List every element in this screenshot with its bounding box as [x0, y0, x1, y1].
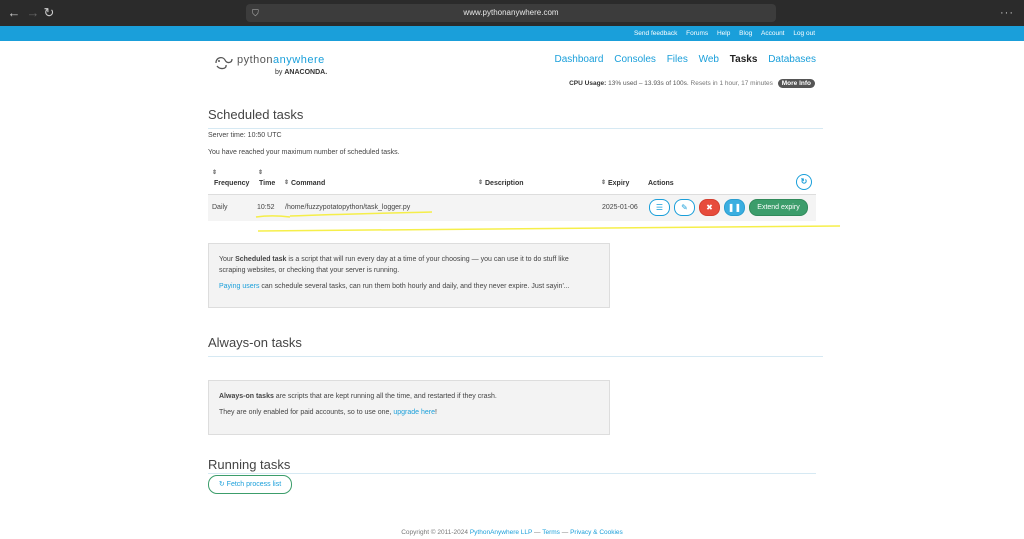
info-line-2: scraping websites, or checking that your… — [219, 267, 400, 274]
url-text: www.pythonanywhere.com — [463, 8, 559, 17]
send-feedback-link[interactable]: Send feedback — [634, 30, 677, 37]
delete-task-button[interactable]: ✖ — [699, 199, 720, 216]
main-nav: Dashboard Consoles Files Web Tasks Datab… — [547, 54, 816, 65]
sort-icon[interactable]: ⇕ — [478, 180, 483, 186]
nav-files[interactable]: Files — [667, 54, 688, 65]
col-expiry[interactable]: Expiry — [608, 180, 629, 187]
address-bar[interactable]: ⛉ www.pythonanywhere.com — [246, 4, 776, 22]
always-on-info-box: Always-on tasks are scripts that are kep… — [208, 380, 610, 435]
sort-icon[interactable]: ⇕ — [212, 170, 217, 176]
top-links: Send feedback Forums Help Blog Account L… — [627, 26, 815, 41]
footer: Copyright © 2011-2024 PythonAnywhere LLP… — [401, 529, 623, 536]
blog-link[interactable]: Blog — [739, 30, 752, 37]
cpu-text: 13% used – 13.93s of 100s. — [608, 80, 689, 87]
nav-tasks[interactable]: Tasks — [730, 54, 758, 65]
browser-toolbar: ← → ↻ ⛉ www.pythonanywhere.com ··· — [0, 0, 1024, 26]
task-expiry: 2025-01-06 — [602, 204, 638, 211]
info-line-1: Your Scheduled task is a script that wil… — [219, 256, 569, 263]
fetch-process-list-button[interactable]: ↻ Fetch process list — [208, 475, 292, 494]
paying-users-link[interactable]: Paying users — [219, 283, 259, 290]
nav-databases[interactable]: Databases — [768, 54, 816, 65]
cpu-reset: Resets in 1 hour, 17 minutes — [690, 80, 773, 87]
forums-link[interactable]: Forums — [686, 30, 708, 37]
cpu-usage: CPU Usage: 13% used – 13.93s of 100s. Re… — [569, 79, 815, 88]
refresh-icon: ↻ — [218, 481, 225, 488]
logout-link[interactable]: Log out — [793, 30, 815, 37]
refresh-icon[interactable]: ↻ — [796, 174, 812, 190]
account-link[interactable]: Account — [761, 30, 785, 37]
max-tasks-message: You have reached your maximum number of … — [208, 149, 400, 156]
divider — [208, 128, 823, 129]
terms-link[interactable]: Terms — [542, 529, 560, 536]
info-line-3: Paying users can schedule several tasks,… — [219, 283, 570, 290]
col-description[interactable]: Description — [485, 180, 524, 187]
view-log-button[interactable]: ☰ — [649, 199, 670, 216]
reload-icon[interactable]: ↻ — [40, 4, 58, 22]
server-time: Server time: 10:50 UTC — [208, 132, 282, 139]
pythonanywhere-logo[interactable]: pythonanywhere by ANACONDA. — [213, 54, 327, 77]
nav-dashboard[interactable]: Dashboard — [555, 54, 604, 65]
col-time[interactable]: Time — [259, 180, 275, 187]
always-on-line-1: Always-on tasks are scripts that are kep… — [219, 393, 497, 400]
table-row: Daily 10:52 /home/fuzzypotatopython/task… — [208, 195, 816, 221]
nav-consoles[interactable]: Consoles — [614, 54, 656, 65]
logo-byline: by ANACONDA. — [275, 69, 328, 76]
extend-expiry-button[interactable]: Extend expiry — [749, 199, 808, 216]
pythonanywhere-llp-link[interactable]: PythonAnywhere LLP — [470, 529, 532, 536]
divider — [208, 473, 816, 474]
always-on-line-2: They are only enabled for paid accounts,… — [219, 409, 437, 416]
privacy-link[interactable]: Privacy & Cookies — [570, 529, 623, 536]
task-frequency: Daily — [212, 204, 228, 211]
sort-icon[interactable]: ⇕ — [601, 180, 606, 186]
upgrade-link[interactable]: upgrade here — [393, 409, 435, 416]
sort-icon[interactable]: ⇕ — [284, 180, 289, 186]
running-tasks-heading: Running tasks — [208, 457, 291, 472]
pause-task-button[interactable]: ❚❚ — [724, 199, 745, 216]
shield-icon: ⛉ — [252, 8, 259, 18]
scheduled-info-box: Your Scheduled task is a script that wil… — [208, 243, 610, 308]
always-on-heading: Always-on tasks — [208, 335, 302, 350]
sort-icon[interactable]: ⇕ — [258, 170, 263, 176]
python-snake-icon — [215, 56, 233, 70]
col-frequency[interactable]: Frequency — [214, 180, 249, 187]
logo-wordmark: pythonanywhere — [237, 54, 325, 66]
scheduled-tasks-heading: Scheduled tasks — [208, 107, 304, 122]
col-command[interactable]: Command — [291, 180, 325, 187]
nav-web[interactable]: Web — [699, 54, 719, 65]
more-info-badge[interactable]: More Info — [777, 79, 815, 88]
cpu-label: CPU Usage: — [569, 80, 607, 87]
help-link[interactable]: Help — [717, 30, 730, 37]
browser-menu-icon[interactable]: ··· — [1000, 4, 1014, 22]
table-header: ⇕ Frequency ⇕ Time ⇕ Command ⇕ Descripti… — [208, 168, 816, 195]
divider — [208, 356, 823, 357]
task-command[interactable]: /home/fuzzypotatopython/task_logger.py — [285, 204, 410, 211]
edit-task-button[interactable]: ✎ — [674, 199, 695, 216]
top-strip: Send feedback Forums Help Blog Account L… — [0, 26, 1024, 41]
back-icon[interactable]: ← — [5, 4, 23, 22]
col-actions: Actions — [648, 180, 674, 187]
task-time[interactable]: 10:52 — [257, 204, 275, 211]
